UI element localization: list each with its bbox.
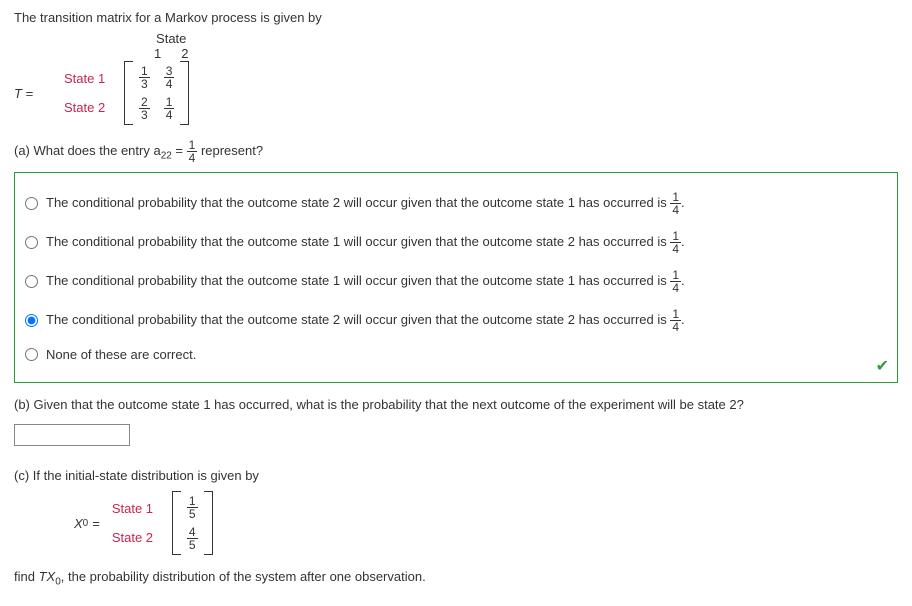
x0-row-label-1: State 1 (112, 501, 172, 516)
matrix-t-lhs: T = (14, 86, 64, 101)
answer-box: The conditional probability that the out… (14, 172, 898, 383)
option-1[interactable]: The conditional probability that the out… (25, 191, 887, 216)
option-3-text: The conditional probability that the out… (46, 269, 887, 294)
option-5-text: None of these are correct. (46, 347, 887, 362)
radio-option-1[interactable] (25, 197, 38, 210)
intro-text: The transition matrix for a Markov proce… (14, 10, 898, 25)
x0-lhs: X (74, 516, 83, 531)
x0-row-label-2: State 2 (112, 530, 172, 545)
option-1-text: The conditional probability that the out… (46, 191, 887, 216)
option-2-text: The conditional probability that the out… (46, 230, 887, 255)
radio-option-3[interactable] (25, 275, 38, 288)
radio-option-2[interactable] (25, 236, 38, 249)
col-num-2: 2 (181, 46, 188, 61)
part-c-trailer: find TX0, the probability distribution o… (14, 569, 898, 588)
row-label-1: State 1 (64, 71, 124, 86)
t-cell-21: 23 (139, 96, 150, 121)
matrix-x0: X0 = State 1 State 2 15 45 (74, 491, 898, 555)
radio-option-5[interactable] (25, 348, 38, 361)
col-num-1: 1 (154, 46, 161, 61)
t-cell-22: 14 (164, 96, 175, 121)
row-label-2: State 2 (64, 100, 124, 115)
part-a-question: (a) What does the entry a22 = 14 represe… (14, 139, 898, 164)
check-icon: ✔ (876, 356, 889, 376)
part-c-question: (c) If the initial-state distribution is… (14, 468, 898, 483)
radio-option-4[interactable] (25, 314, 38, 327)
t-cell-11: 13 (139, 65, 150, 90)
x0-cell-1: 15 (187, 495, 198, 520)
part-b-question: (b) Given that the outcome state 1 has o… (14, 397, 898, 412)
option-3[interactable]: The conditional probability that the out… (25, 269, 887, 294)
option-4[interactable]: The conditional probability that the out… (25, 308, 887, 333)
matrix-t: State 1 2 T = State 1 State 2 13 34 23 1… (14, 31, 898, 125)
state-header-label: State (156, 31, 186, 46)
part-b-input[interactable] (14, 424, 130, 446)
option-2[interactable]: The conditional probability that the out… (25, 230, 887, 255)
t-cell-12: 34 (164, 65, 175, 90)
x0-cell-2: 45 (187, 526, 198, 551)
option-4-text: The conditional probability that the out… (46, 308, 887, 333)
option-5[interactable]: None of these are correct. (25, 347, 887, 362)
